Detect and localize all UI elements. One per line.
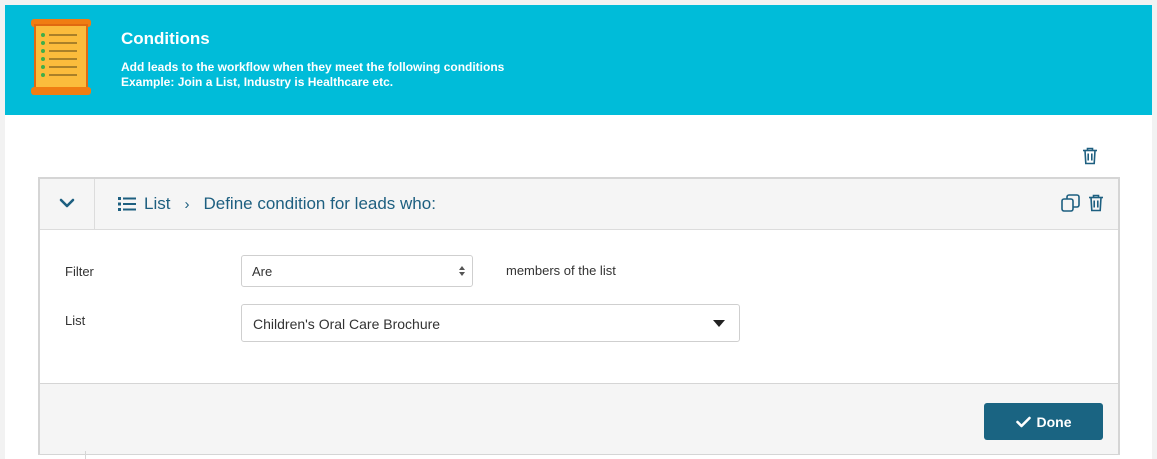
condition-footer: Done [40, 383, 1118, 454]
done-label: Done [1036, 413, 1072, 430]
delete-condition-button[interactable] [1088, 194, 1104, 217]
chevron-down-icon [59, 198, 75, 208]
done-button[interactable]: Done [984, 403, 1103, 440]
conditions-header: Conditions Add leads to the workflow whe… [5, 5, 1152, 115]
example-label: Example: [121, 75, 175, 89]
filter-select-value: Are [252, 264, 273, 279]
condition-panel: List › Define condition for leads who: F… [38, 177, 1120, 455]
page-title: Conditions [121, 29, 210, 48]
trash-icon[interactable] [1082, 147, 1098, 165]
scroll-checklist-icon [31, 19, 91, 95]
list-icon [118, 197, 136, 211]
example-line: Example: Join a List, Industry is Health… [121, 75, 504, 90]
list-select[interactable]: Children's Oral Care Brochure [241, 304, 740, 342]
copy-button[interactable] [1061, 194, 1080, 217]
condition-body: Filter Are members of the list List Chil… [40, 230, 1118, 381]
breadcrumb-type: List [144, 194, 171, 213]
chevron-right-icon: › [184, 195, 190, 213]
collapse-button[interactable] [40, 179, 95, 229]
list-select-value: Children's Oral Care Brochure [253, 316, 441, 332]
breadcrumb: List › Define condition for leads who: [118, 193, 436, 215]
caret-down-icon [713, 320, 725, 327]
trash-icon [1089, 194, 1103, 212]
sort-arrows-icon [459, 266, 465, 276]
breadcrumb-title: Define condition for leads who: [203, 194, 436, 213]
filter-select[interactable]: Are [241, 255, 473, 287]
header-description: Add leads to the workflow when they meet… [121, 60, 504, 90]
condition-actions [1061, 194, 1104, 217]
conditions-window: Conditions Add leads to the workflow whe… [5, 5, 1152, 459]
checkmark-icon [1015, 416, 1031, 427]
copy-icon [1061, 194, 1080, 212]
condition-header: List › Define condition for leads who: [40, 179, 1118, 230]
filter-label: Filter [65, 264, 94, 279]
connector-line [85, 451, 86, 459]
list-label: List [65, 313, 86, 328]
description-line: Add leads to the workflow when they meet… [121, 60, 505, 74]
example-text: Join a List, Industry is Healthcare etc. [177, 75, 394, 89]
filter-suffix: members of the list [506, 263, 616, 278]
